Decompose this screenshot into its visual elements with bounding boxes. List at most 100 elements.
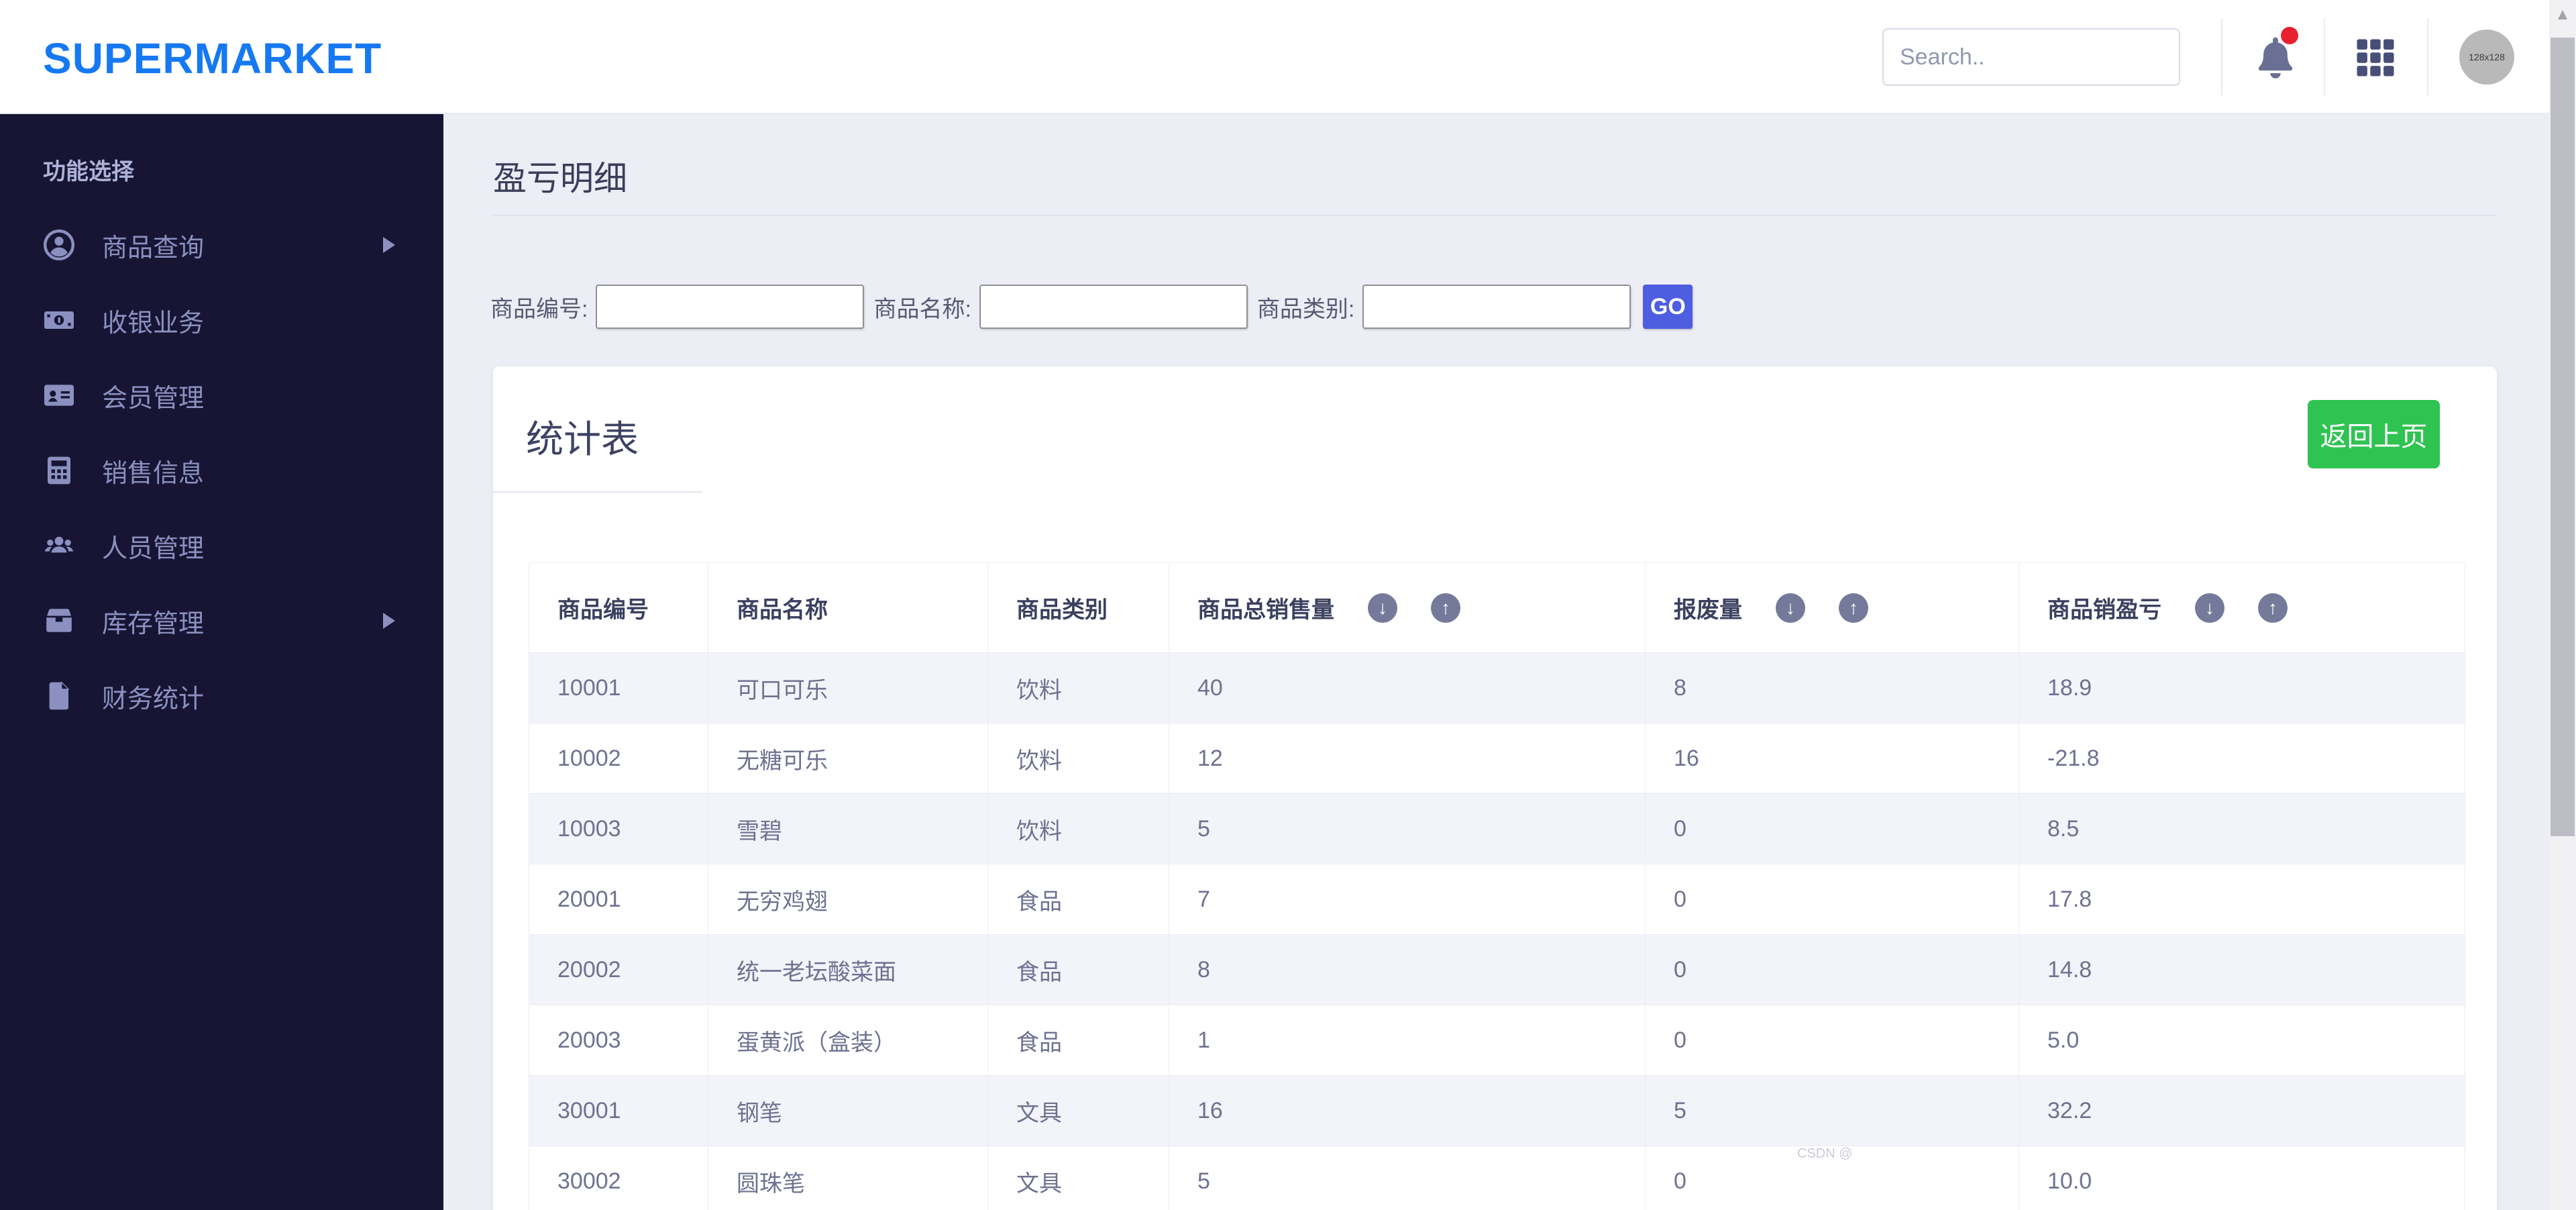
table-cell: 32.2 — [2019, 1075, 2465, 1146]
file-icon — [43, 680, 75, 712]
notification-badge — [2281, 27, 2298, 44]
table-cell: 圆珠笔 — [708, 1146, 988, 1210]
table-row: 10003 雪碧 饮料 5 0 8.5 — [529, 793, 2465, 864]
sidebar-item-1[interactable]: 商品查询 — [0, 207, 443, 283]
back-button[interactable]: 返回上页 — [2308, 400, 2440, 468]
go-button[interactable]: GO — [1643, 285, 1693, 329]
user-avatar[interactable]: 128x128 — [2459, 30, 2514, 85]
table-cell: 10001 — [529, 652, 708, 723]
table-cell: 统一老坛酸菜面 — [708, 934, 988, 1005]
sidebar: 功能选择 商品查询 收银业务 会员管理 销售信息 人员管理 库存管理 财务统计 — [0, 114, 443, 1210]
table-cell: 20001 — [529, 864, 708, 935]
sidebar-item-label: 收银业务 — [102, 309, 205, 338]
column-header-5: 报废量 ↓ ↑ — [1645, 562, 2019, 653]
sort-asc-button[interactable]: ↑ — [1431, 593, 1460, 623]
stats-table: 商品编号 商品名称 商品类别 商品总销售量 ↓ ↑ 报废量 ↓ ↑ 商品销盈亏 ↓ ↑ 10001 可口… — [529, 562, 2465, 1210]
notifications-button[interactable] — [2249, 27, 2302, 86]
table-cell: 8.5 — [2019, 793, 2465, 864]
header-divider — [2221, 19, 2222, 95]
sidebar-item-label: 销售信息 — [102, 459, 205, 488]
table-cell: 文具 — [987, 1146, 1169, 1210]
sort-desc-button[interactable]: ↓ — [1368, 593, 1397, 623]
sidebar-item-label: 商品查询 — [102, 234, 205, 262]
sidebar-item-2[interactable]: 收银业务 — [0, 283, 443, 358]
apps-grid-button[interactable] — [2352, 35, 2399, 82]
watermark: CSDN @ — [1797, 1146, 1853, 1161]
table-cell: 无穷鸡翅 — [708, 864, 988, 935]
table-row: 30002 圆珠笔 文具 5 0 10.0 — [529, 1146, 2465, 1210]
table-cell: 0 — [1645, 934, 2019, 1005]
table-cell: 10002 — [529, 723, 708, 794]
sidebar-title: 功能选择 — [43, 159, 134, 185]
column-header-1: 商品编号 — [529, 562, 708, 653]
sort-desc-button[interactable]: ↓ — [2195, 593, 2224, 623]
table-cell: 20003 — [529, 1005, 708, 1076]
table-cell: 10003 — [529, 793, 708, 864]
table-cell: 0 — [1645, 1005, 2019, 1076]
table-cell: 8 — [1169, 934, 1646, 1005]
sort-asc-button[interactable]: ↑ — [1839, 593, 1868, 623]
sidebar-nav: 商品查询 收银业务 会员管理 销售信息 人员管理 库存管理 财务统计 — [0, 207, 443, 734]
table-cell: 16 — [1169, 1075, 1646, 1146]
table-cell: 10.0 — [2019, 1146, 2465, 1210]
filter-input-2[interactable] — [979, 285, 1248, 329]
table-cell: 30002 — [529, 1146, 708, 1210]
id-card-icon — [43, 379, 75, 411]
stats-card: 统计表 返回上页 商品编号 商品名称 商品类别 商品总销售量 ↓ ↑ 报废量 ↓ ↑ 商品销盈亏 ↓… — [493, 366, 2497, 1210]
user-circle-icon — [43, 229, 75, 261]
scroll-up-arrow[interactable]: ▲ — [2549, 5, 2576, 24]
table-cell: 无糖可乐 — [708, 723, 988, 794]
column-label: 商品类别 — [1016, 597, 1108, 623]
filter-input-3[interactable] — [1362, 285, 1631, 329]
scrollbar-thumb[interactable] — [2551, 38, 2575, 836]
sidebar-item-6[interactable]: 库存管理 — [0, 583, 443, 658]
column-header-3: 商品类别 — [987, 562, 1169, 653]
table-cell: 食品 — [987, 934, 1169, 1005]
sidebar-item-4[interactable]: 销售信息 — [0, 433, 443, 508]
column-label: 商品总销售量 — [1197, 597, 1334, 623]
table-cell: 钢笔 — [708, 1075, 988, 1146]
search-input[interactable] — [1882, 28, 2180, 86]
table-row: 20003 蛋黄派（盒装） 食品 1 0 5.0 — [529, 1005, 2465, 1076]
app-logo: SUPERMARKET — [43, 34, 382, 83]
users-icon — [43, 530, 75, 562]
table-cell: 5 — [1169, 1146, 1646, 1210]
table-cell: 食品 — [987, 1005, 1169, 1076]
calculator-icon — [43, 454, 75, 487]
sort-desc-button[interactable]: ↓ — [1776, 593, 1805, 623]
sidebar-item-label: 库存管理 — [102, 609, 205, 638]
table-cell: 12 — [1169, 723, 1646, 794]
table-cell: 1 — [1169, 1005, 1646, 1076]
main-content: 盈亏明细 商品编号: 商品名称: 商品类别: GO 统计表 返回上页 商品编号 商品名称… — [443, 114, 2555, 1210]
table-cell: 0 — [1645, 864, 2019, 935]
sidebar-item-7[interactable]: 财务统计 — [0, 658, 443, 734]
table-cell: 8 — [1645, 652, 2019, 723]
card-title-underline — [493, 491, 702, 493]
table-cell: 蛋黄派（盒装） — [708, 1005, 988, 1076]
column-header-4: 商品总销售量 ↓ ↑ — [1169, 562, 1646, 653]
table-cell: 18.9 — [2019, 652, 2465, 723]
page-title: 盈亏明细 — [493, 160, 627, 197]
column-label: 商品名称 — [737, 597, 828, 623]
scrollbar[interactable]: ▲ — [2549, 0, 2576, 1210]
sidebar-item-3[interactable]: 会员管理 — [0, 358, 443, 433]
table-header-row: 商品编号 商品名称 商品类别 商品总销售量 ↓ ↑ 报废量 ↓ ↑ 商品销盈亏 ↓ ↑ — [529, 562, 2465, 653]
table-cell: 食品 — [987, 864, 1169, 935]
filter-label-1: 商品编号: — [490, 296, 588, 322]
table-row: 10002 无糖可乐 饮料 12 16 -21.8 — [529, 723, 2465, 794]
column-label: 商品销盈亏 — [2047, 597, 2161, 623]
table-cell: 饮料 — [987, 723, 1169, 794]
sort-asc-button[interactable]: ↑ — [2258, 593, 2288, 623]
header-divider — [2427, 19, 2428, 95]
filter-label-2: 商品名称: — [873, 296, 971, 322]
column-header-6: 商品销盈亏 ↓ ↑ — [2019, 562, 2465, 653]
chevron-right-icon — [383, 613, 395, 629]
table-cell: 0 — [1645, 793, 2019, 864]
sidebar-item-5[interactable]: 人员管理 — [0, 508, 443, 583]
table-cell: 40 — [1169, 652, 1646, 723]
filter-input-1[interactable] — [596, 285, 865, 329]
table-cell: 30001 — [529, 1075, 708, 1146]
chevron-right-icon — [383, 237, 395, 253]
title-divider — [493, 215, 2497, 216]
table-row: 30001 钢笔 文具 16 5 32.2 — [529, 1075, 2465, 1146]
